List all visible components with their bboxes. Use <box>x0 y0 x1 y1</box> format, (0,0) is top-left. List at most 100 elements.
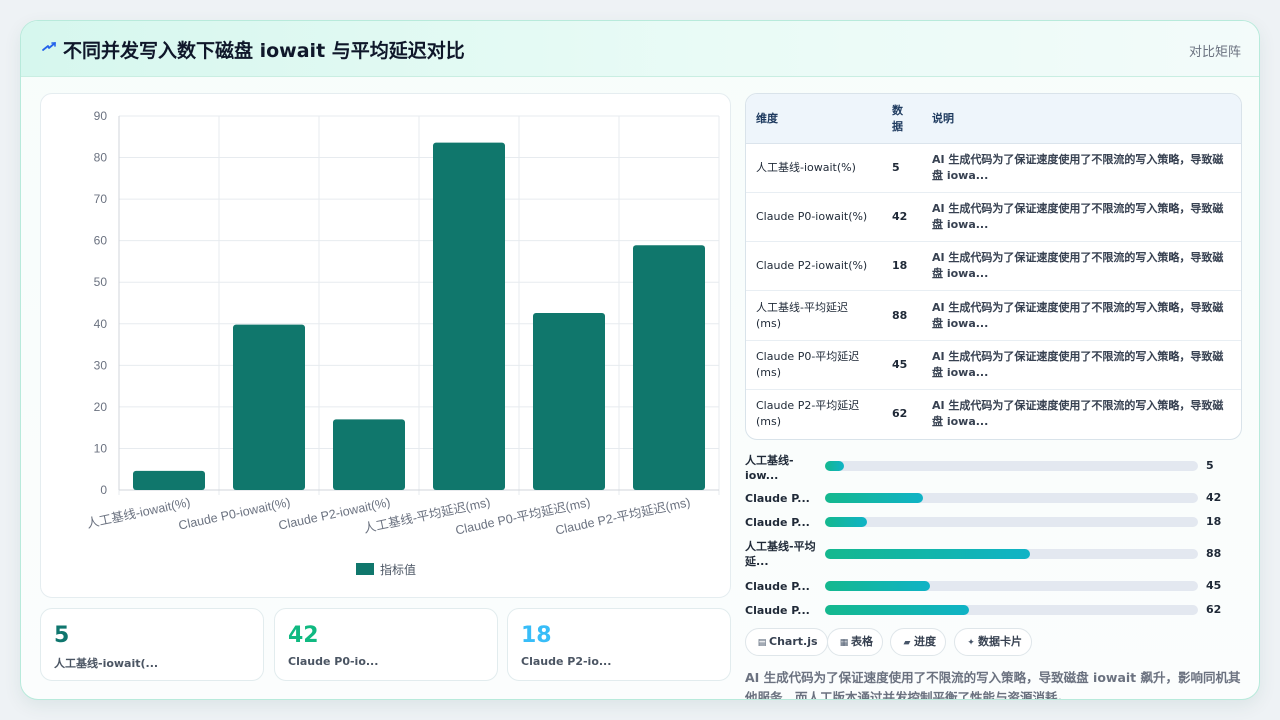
stat-card: 42 Claude P0-io... <box>274 608 498 681</box>
bar-chart: 0 10 20 30 40 50 60 70 80 90 人工基线-iowait(%)Claude … <box>85 109 720 577</box>
column-header-description: 说明 <box>922 94 1241 144</box>
column-header-data: 数据 <box>882 94 922 144</box>
progress-row: 人工基线-iow... 5 <box>745 453 1242 482</box>
stat-label: Claude P2-io... <box>521 655 612 668</box>
data-table: 维度 数据 说明 人工基线-iowait(%) 5 AI 生成代码为了保证速度使… <box>745 93 1242 440</box>
progress-fill <box>825 493 923 503</box>
table-cell-value: 88 <box>882 290 922 341</box>
progress-value: 45 <box>1206 579 1222 592</box>
description-text: AI 生成代码为了保证速度使用了不限流的写入策略，导致磁盘 iowa... <box>932 349 1224 379</box>
progress-fill <box>825 517 867 527</box>
progress-track <box>825 493 1198 503</box>
chip-table[interactable]: ▦ 表格 <box>827 628 883 656</box>
x-tick-label: Claude P0-iowait(%) <box>177 495 291 532</box>
progress-icon: ▰ <box>903 638 911 648</box>
progress-label: Claude P... <box>745 492 810 505</box>
table-cell-dimension: 人工基线-平均延迟(ms) <box>746 290 882 341</box>
y-tick-label: 30 <box>94 358 108 372</box>
x-tick-label: 人工基线-iowait(%) <box>85 495 191 531</box>
table-cell-value: 42 <box>882 192 922 243</box>
legend-swatch <box>356 563 374 575</box>
table-row: 人工基线-平均延迟(ms) 88 AI 生成代码为了保证速度使用了不限流的写入策… <box>746 290 1241 341</box>
progress-label: Claude P... <box>745 604 810 617</box>
progress-label: 人工基线-iow... <box>745 454 794 482</box>
table-cell-description: AI 生成代码为了保证速度使用了不限流的写入策略，导致磁盘 iowa... <box>922 143 1241 193</box>
y-tick-label: 0 <box>100 483 107 497</box>
chip-chartjs[interactable]: ▤ Chart.js <box>745 628 828 656</box>
progress-fill <box>825 581 930 591</box>
table-row: 人工基线-iowait(%) 5 AI 生成代码为了保证速度使用了不限流的写入策… <box>746 143 1241 193</box>
table-cell-description: AI 生成代码为了保证速度使用了不限流的写入策略，导致磁盘 iowa... <box>922 192 1241 243</box>
chip-progress[interactable]: ▰ 进度 <box>890 628 946 656</box>
progress-row: Claude P... 62 <box>745 603 1242 627</box>
progress-track <box>825 549 1198 559</box>
y-tick-label: 10 <box>94 441 108 455</box>
progress-row: 人工基线-平均延... 88 <box>745 539 1242 568</box>
bar <box>633 245 705 490</box>
progress-label: Claude P... <box>745 516 810 529</box>
table-row: Claude P0-iowait(%) 42 AI 生成代码为了保证速度使用了不… <box>746 192 1241 243</box>
stat-value: 5 <box>54 623 70 648</box>
progress-value: 88 <box>1206 547 1222 560</box>
progress-value: 18 <box>1206 515 1222 528</box>
y-tick-label: 50 <box>94 275 108 289</box>
view-mode-label: 对比矩阵 <box>1188 45 1241 60</box>
table-cell-value: 45 <box>882 340 922 390</box>
column-header-dimension: 维度 <box>746 94 882 144</box>
stat-card: 18 Claude P2-io... <box>507 608 731 681</box>
table-cell-description: AI 生成代码为了保证速度使用了不限流的写入策略，导致磁盘 iowa... <box>922 290 1241 341</box>
table-cell-dimension: Claude P0-iowait(%) <box>746 192 882 243</box>
chip-data-cards[interactable]: ✦ 数据卡片 <box>954 628 1032 656</box>
description-text: AI 生成代码为了保证速度使用了不限流的写入策略，导致磁盘 iowa... <box>932 201 1224 231</box>
table-cell-value: 18 <box>882 241 922 292</box>
bar <box>133 470 205 490</box>
table-cell-dimension: 人工基线-iowait(%) <box>746 143 882 193</box>
bar <box>533 312 605 490</box>
description-text: AI 生成代码为了保证速度使用了不限流的写入策略，导致磁盘 iowa... <box>932 300 1224 330</box>
chip-label: 表格 <box>851 635 873 648</box>
y-tick-label: 70 <box>94 192 108 206</box>
stat-value: 18 <box>521 623 552 648</box>
stat-label: Claude P0-io... <box>288 655 379 668</box>
progress-row: Claude P... 18 <box>745 515 1242 539</box>
y-tick-label: 90 <box>94 109 108 123</box>
progress-track <box>825 605 1198 615</box>
progress-value: 42 <box>1206 491 1222 504</box>
progress-track <box>825 461 1198 471</box>
y-tick-label: 20 <box>94 400 108 414</box>
progress-fill <box>825 461 844 471</box>
description-text: AI 生成代码为了保证速度使用了不限流的写入策略，导致磁盘 iowa... <box>932 152 1224 182</box>
chip-label: Chart.js <box>769 635 818 648</box>
y-tick-label: 60 <box>94 234 108 248</box>
progress-fill <box>825 549 1031 559</box>
bar-chart-panel: 0 10 20 30 40 50 60 70 80 90 人工基线-iowait(%) Claude … <box>40 93 731 598</box>
bar <box>233 324 305 490</box>
stat-card: 5 人工基线-iowait(... <box>40 608 264 681</box>
progress-track <box>825 517 1198 527</box>
stat-label: 人工基线-iowait(... <box>54 657 159 670</box>
table-cell-value: 5 <box>882 143 922 193</box>
bolt-icon <box>42 42 56 51</box>
description-text: AI 生成代码为了保证速度使用了不限流的写入策略，导致磁盘 iowa... <box>932 251 1224 281</box>
chip-label: 数据卡片 <box>978 635 1022 648</box>
table-cell-description: AI 生成代码为了保证速度使用了不限流的写入策略，导致磁盘 iowa... <box>922 241 1241 292</box>
description-text: AI 生成代码为了保证速度使用了不限流的写入策略，导致磁盘 iowa... <box>932 399 1224 429</box>
page-title: 不同并发写入数下磁盘 iowait 与平均延迟对比 <box>63 40 465 62</box>
table-cell-value: 62 <box>892 407 908 421</box>
y-tick-label: 40 <box>94 317 108 331</box>
main-card: 不同并发写入数下磁盘 iowait 与平均延迟对比 对比矩阵 0 10 20 30 40… <box>20 20 1260 700</box>
chip-label: 进度 <box>914 635 936 648</box>
progress-row: Claude P... 45 <box>745 579 1242 603</box>
header-bar: 不同并发写入数下磁盘 iowait 与平均延迟对比 对比矩阵 <box>21 21 1259 77</box>
table-header-row: 维度 数据 说明 <box>746 94 1241 144</box>
y-tick-label: 80 <box>94 151 108 165</box>
table-cell-dimension: Claude P0-平均延迟(ms) <box>746 340 882 390</box>
progress-row: Claude P... 42 <box>745 491 1242 515</box>
summary-text: AI 生成代码为了保证速度使用了不限流的写入策略，导致磁盘 iowait 飙升，… <box>745 670 1241 700</box>
table-row: Claude P0-平均延迟(ms) 45 AI 生成代码为了保证速度使用了不限… <box>746 340 1241 390</box>
bar <box>333 419 405 490</box>
stat-value: 42 <box>288 623 319 648</box>
table-cell-description: AI 生成代码为了保证速度使用了不限流的写入策略，导致磁盘 iowa... <box>922 389 1241 438</box>
table-icon: ▦ <box>839 638 849 648</box>
progress-track <box>825 581 1198 591</box>
